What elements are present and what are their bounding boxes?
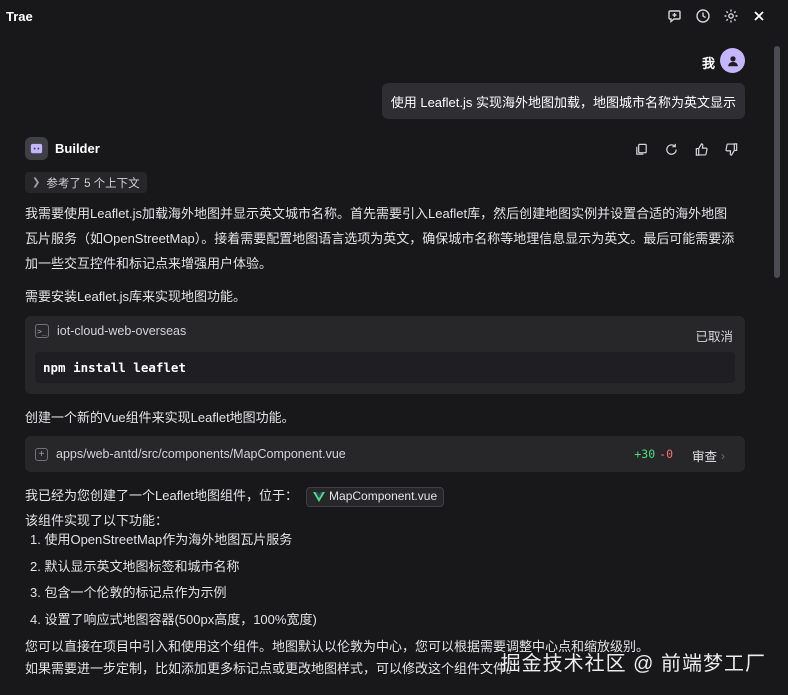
user-avatar	[720, 48, 745, 73]
scrollbar-thumb[interactable]	[774, 46, 780, 278]
create-note: 创建一个新的Vue组件来实现Leaflet地图功能。	[25, 410, 295, 425]
chevron-right-icon: ❯	[32, 177, 41, 188]
builder-avatar-icon	[25, 137, 48, 160]
builder-name: Builder	[55, 141, 100, 156]
diff-removed: -0	[659, 447, 673, 461]
chevron-right-icon: ›	[721, 448, 725, 463]
message-actions	[632, 140, 740, 158]
context-chip-label: 参考了 5 个上下文	[46, 177, 140, 190]
intro-paragraph: 我需要使用Leaflet.js加载海外地图并显示英文城市名称。首先需要引入Lea…	[25, 201, 747, 276]
component-file-label: MapComponent.vue	[329, 489, 438, 504]
terminal-project: iot-cloud-web-overseas	[57, 324, 187, 338]
plus-icon: +	[35, 447, 48, 461]
diff-added: +30	[634, 447, 656, 461]
vue-icon	[313, 491, 326, 502]
watermark: 掘金技术社区 @ 前端梦工厂	[500, 653, 766, 675]
terminal-status: 已取消	[695, 330, 733, 344]
user-message-bubble: 使用 Leaflet.js 实现海外地图加载，地图城市名称为英文显示	[381, 83, 745, 119]
new-chat-icon[interactable]	[666, 7, 684, 25]
copy-icon[interactable]	[632, 140, 650, 158]
list-item: 1. 使用OpenStreetMap作为海外地图瓦片服务	[30, 532, 293, 547]
app-title: Trae	[6, 8, 33, 24]
file-change-card[interactable]: + apps/web-antd/src/components/MapCompon…	[25, 436, 745, 472]
title-actions	[666, 7, 768, 25]
file-path: apps/web-antd/src/components/MapComponen…	[56, 447, 346, 461]
context-chip[interactable]: ❯ 参考了 5 个上下文	[25, 172, 147, 193]
terminal-icon: >_	[35, 324, 49, 338]
created-text: 我已经为您创建了一个Leaflet地图组件，位于：	[25, 488, 299, 503]
list-item: 2. 默认显示英文地图标签和城市名称	[30, 558, 240, 574]
install-note: 需要安装Leaflet.js库来实现地图功能。	[25, 289, 247, 304]
regenerate-icon[interactable]	[662, 140, 680, 158]
list-item: 3. 包含一个伦敦的标记点作为示例	[30, 585, 227, 600]
component-file-chip[interactable]: MapComponent.vue	[306, 486, 445, 507]
user-name: 我	[701, 56, 715, 71]
terminal-card: >_ iot-cloud-web-overseas 已取消 npm instal…	[25, 316, 745, 394]
history-icon[interactable]	[694, 7, 712, 25]
review-button[interactable]: 审查 ›	[692, 446, 725, 465]
features-list: 1. 使用OpenStreetMap作为海外地图瓦片服务 2. 默认显示英文地图…	[30, 527, 317, 633]
thumbs-up-icon[interactable]	[692, 140, 710, 158]
command-text: npm install leaflet	[43, 360, 186, 375]
terminal-header: >_ iot-cloud-web-overseas	[35, 324, 186, 338]
diff-stats: +30 -0	[634, 447, 673, 461]
created-text-line: 我已经为您创建了一个Leaflet地图组件，位于： MapComponent.vu…	[25, 483, 747, 508]
intro-line: 瓦片服务（如OpenStreetMap）。接着需要配置地图语言选项为英文，确保城…	[25, 231, 735, 246]
intro-line: 加一些交互控件和标记点来增强用户体验。	[25, 256, 273, 271]
intro-line: 我需要使用Leaflet.js加载海外地图并显示英文城市名称。首先需要引入Lea…	[25, 206, 728, 221]
close-icon[interactable]	[750, 7, 768, 25]
list-item: 4. 设置了响应式地图容器(500px高度，100%宽度)	[30, 611, 317, 627]
settings-icon[interactable]	[722, 7, 740, 25]
review-label: 审查	[691, 450, 717, 464]
thumbs-down-icon[interactable]	[722, 140, 740, 158]
terminal-command[interactable]: npm install leaflet	[35, 352, 735, 383]
